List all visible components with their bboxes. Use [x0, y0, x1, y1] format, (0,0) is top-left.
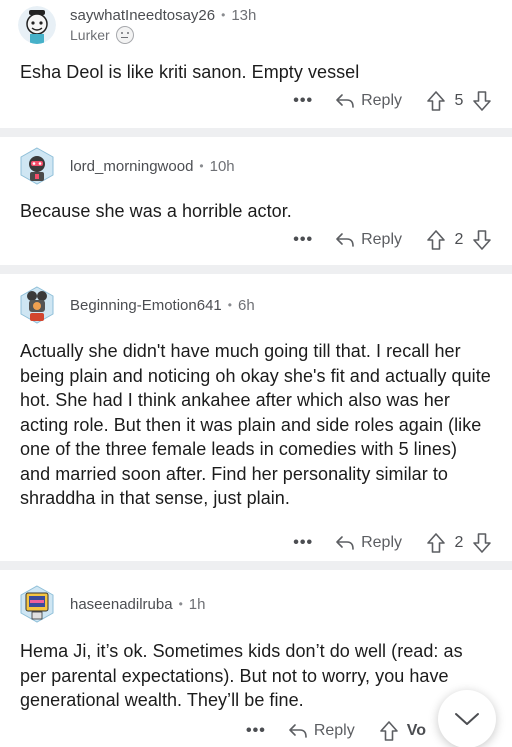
username[interactable]: haseenadilruba [70, 596, 173, 613]
comment-2: lord_morningwood • 10h Because she was a… [0, 137, 512, 265]
reply-arrow-icon [336, 536, 354, 550]
vote-control: 2 [426, 229, 492, 251]
comment-3: Beginning-Emotion641 • 6h Actually she d… [0, 274, 512, 561]
reply-label: Reply [361, 534, 402, 551]
comment-text: Hema Ji, it’s ok. Sometimes kids don’t d… [20, 641, 463, 710]
user-avatar[interactable] [18, 286, 56, 324]
vote-control: 5 [426, 90, 492, 112]
username[interactable]: Beginning-Emotion641 [70, 297, 222, 314]
vote-label: Vo [406, 722, 426, 739]
vote-control: Vo [379, 720, 434, 742]
downvote-arrow-icon[interactable] [472, 532, 492, 554]
vote-control: 2 [426, 532, 492, 554]
reply-arrow-icon [336, 233, 354, 247]
comment-separator [0, 561, 512, 570]
user-avatar[interactable] [18, 6, 56, 44]
reply-label: Reply [361, 92, 402, 109]
vote-count: 2 [454, 534, 464, 551]
flair-label: Lurker [70, 26, 110, 43]
upvote-arrow-icon[interactable] [426, 90, 446, 112]
more-options-icon[interactable]: ••• [246, 722, 266, 740]
reply-arrow-icon [289, 724, 307, 738]
username[interactable]: lord_morningwood [70, 158, 193, 175]
upvote-arrow-icon[interactable] [426, 229, 446, 251]
reply-arrow-icon [336, 94, 354, 108]
separator-dot: • [227, 298, 232, 312]
scroll-down-button[interactable] [438, 690, 496, 747]
timestamp: 6h [237, 296, 255, 314]
reply-button[interactable]: Reply [335, 231, 402, 249]
neutral-face-icon [115, 25, 134, 44]
upvote-arrow-icon[interactable] [426, 532, 446, 554]
user-avatar[interactable] [18, 147, 56, 185]
comment-actions: ••• Reply 2 [293, 229, 492, 251]
separator-dot: • [199, 159, 204, 173]
reply-button[interactable]: Reply [335, 92, 402, 110]
separator-dot: • [221, 8, 226, 22]
comment-separator [0, 265, 512, 274]
downvote-arrow-icon[interactable] [472, 229, 492, 251]
user-flair: Lurker [70, 25, 256, 44]
comment-text: Actually she didn't have much going till… [20, 341, 491, 508]
chevron-down-icon [455, 713, 479, 725]
timestamp: 13h [231, 6, 257, 24]
more-options-icon[interactable]: ••• [293, 231, 313, 249]
comment-actions: ••• Reply 5 [293, 90, 492, 112]
comment-1: saywhatIneedtosay26 • 13h Lurker Esha De… [0, 0, 512, 128]
reply-button[interactable]: Reply [288, 722, 355, 740]
separator-dot: • [178, 597, 183, 611]
comment-separator [0, 128, 512, 137]
timestamp: 1h [188, 595, 206, 613]
timestamp: 10h [209, 157, 235, 175]
comment-actions: ••• Reply 2 [293, 532, 492, 554]
comment-text: Because she was a horrible actor. [20, 201, 292, 221]
downvote-arrow-icon[interactable] [472, 90, 492, 112]
user-avatar[interactable] [18, 585, 56, 623]
comment-text: Esha Deol is like kriti sanon. Empty ves… [20, 62, 360, 82]
vote-count: 5 [454, 92, 464, 109]
more-options-icon[interactable]: ••• [293, 534, 313, 552]
vote-count: 2 [454, 231, 464, 248]
upvote-arrow-icon[interactable] [379, 720, 399, 742]
comment-actions: ••• Reply Vo [246, 720, 434, 742]
username[interactable]: saywhatIneedtosay26 [70, 7, 215, 24]
reply-label: Reply [361, 231, 402, 248]
reply-button[interactable]: Reply [335, 534, 402, 552]
reply-label: Reply [313, 722, 355, 739]
comment-4: haseenadilruba • 1h Hema Ji, it’s ok. So… [0, 570, 512, 747]
more-options-icon[interactable]: ••• [293, 92, 313, 110]
